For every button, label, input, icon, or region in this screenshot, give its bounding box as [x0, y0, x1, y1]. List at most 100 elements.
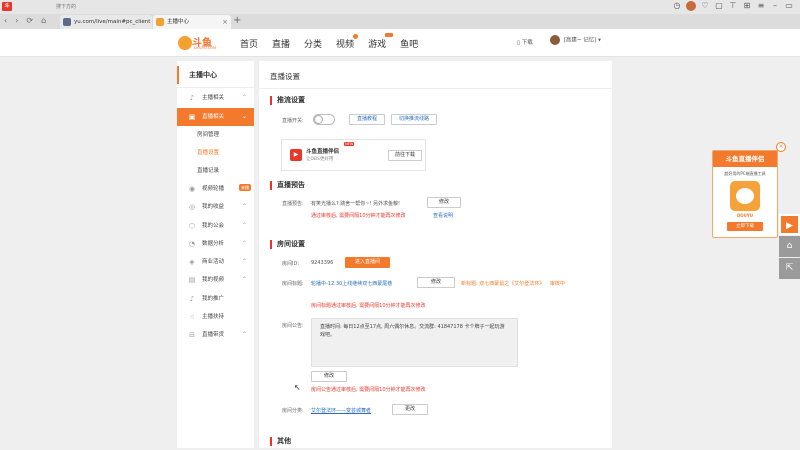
promo-subtitle: 让OBS更好用 [306, 157, 334, 162]
avatar [550, 35, 560, 45]
sidebar-item-anchor[interactable]: ♪ 主播相关 ⌃ [177, 89, 254, 107]
notice-label: 房间公告: [282, 323, 304, 329]
sidebar-item-income[interactable]: ◎ 我的收益 ⌃ [177, 198, 254, 216]
chevron-up-icon: ⌃ [241, 258, 247, 265]
obs-promo-card: ▶ 斗鱼直播伴侣 NEW 让OBS更好用 前往下载 [281, 139, 426, 171]
avatar[interactable] [686, 1, 696, 11]
back-to-top-icon[interactable]: ⇱ [779, 258, 800, 279]
sidebar-item-business[interactable]: ◈ 商业活动 ⌃ [177, 253, 254, 271]
site-header: 斗鱼 DOUYU.COM 首页 直播 分类 视频 游戏 鱼吧 ▯ 下载 [高建~… [0, 29, 800, 57]
reload-icon[interactable]: ⟳ [26, 16, 33, 25]
sidebar-item-live[interactable]: ▣ 直播相关 ⌄ [177, 108, 254, 126]
sidebar-item-analytics[interactable]: ◔ 数据分析 ⌃ [177, 235, 254, 253]
browser-search-hint[interactable]: 搜下方的 [56, 3, 76, 10]
sidebar-sub-live-records[interactable]: 直播记录 [177, 162, 254, 180]
enter-room-button[interactable]: 进入直播间 [345, 257, 390, 268]
user-menu[interactable]: [高建~ 记忆] ▾ [550, 35, 601, 45]
clock-icon[interactable]: ◷ [672, 1, 682, 11]
chevron-up-icon: ⌃ [241, 94, 247, 101]
sidebar-sub-room-manage[interactable]: 房间管理 [177, 126, 254, 144]
switch-line-button[interactable]: 切换推流线路 [391, 114, 437, 125]
section-room-settings: 房间设置 [270, 240, 305, 249]
browser-logo[interactable]: 斗 [2, 2, 12, 11]
close-icon[interactable]: × [776, 142, 786, 152]
chevron-down-icon: ▾ [598, 37, 601, 44]
live-shortcut-icon[interactable]: ▶ [779, 214, 800, 235]
sidebar-item-label: 直播相关 [202, 114, 225, 120]
sidebar-item-guild[interactable]: ⬡ 我的公会 ⌃ [177, 217, 254, 235]
tab-url[interactable]: yu.com/live/main#pc_client [60, 15, 152, 29]
nav-game[interactable]: 游戏 [368, 33, 394, 50]
brand-sub: DOUYU.COM [194, 46, 217, 50]
preview-edit-button[interactable]: 修改 [427, 197, 461, 208]
home-icon[interactable]: ⌂ [779, 236, 800, 257]
sidebar-item-label: 我的视频 [202, 277, 225, 283]
app-logo-icon [730, 181, 760, 211]
nav-category[interactable]: 分类 [304, 37, 322, 50]
view-description-link[interactable]: 查看说明 [433, 212, 453, 219]
coin-icon: ◎ [188, 203, 196, 211]
shirt-icon[interactable]: ⊤ [728, 1, 738, 11]
sidebar: 主播中心 ♪ 主播相关 ⌃ ▣ 直播相关 ⌄ 房间管理 直播设置 直播记录 ◉ … [177, 61, 254, 448]
sidebar-item-label: 商业活动 [202, 259, 225, 265]
phone-icon: ▯ [517, 40, 521, 46]
chevron-up-icon: ⌃ [241, 331, 247, 338]
forward-icon[interactable]: › [15, 16, 18, 25]
title-edit-button[interactable]: 修改 [417, 277, 455, 288]
sidebar-item-label: 我的收益 [202, 204, 225, 210]
tab-anchor-center[interactable]: 主播中心 × [153, 15, 231, 29]
section-other: 其他 [270, 437, 291, 446]
sidebar-item-live-commerce[interactable]: ⊟ 直播带货 ⌃ [177, 326, 254, 344]
nav-home[interactable]: 首页 [240, 37, 258, 50]
douyu-logo[interactable]: 斗鱼 DOUYU.COM [178, 34, 224, 52]
notice-edit-button[interactable]: 修改 [311, 371, 347, 382]
window-icon[interactable]: ▢ [714, 1, 724, 11]
site-favicon-icon [63, 18, 71, 26]
section-preview: 直播预告 [270, 181, 305, 190]
nav-fishbar[interactable]: 鱼吧 [400, 37, 418, 50]
nav-video[interactable]: 视频 [336, 34, 359, 50]
room-id-value: 9243396 [311, 260, 334, 266]
divider [177, 87, 254, 88]
tab-label: 主播中心 [167, 19, 190, 25]
preview-warning: 通过审核后, 需要间隔10分钟才能再次修改 [311, 213, 406, 219]
preview-label: 直播预告: [282, 201, 304, 207]
download-link[interactable]: ▯ 下载 [517, 38, 533, 46]
tutorial-button[interactable]: 直播教程 [349, 114, 385, 125]
home-icon[interactable]: ⌂ [41, 16, 46, 25]
chevron-up-icon: ⌃ [241, 240, 247, 247]
side-toolbar: ▶ ⌂ ⇱ [779, 214, 800, 280]
new-tab-button[interactable]: + [233, 15, 241, 26]
nav-live[interactable]: 直播 [272, 37, 290, 50]
cart-icon: ⊟ [189, 331, 195, 339]
browser-right-icons: ◷ ♡ ▢ ⊤ ⊞ ≡ – ▭ [672, 1, 794, 11]
sidebar-item-video-carousel[interactable]: ◉ 视频轮播 来播 [177, 180, 254, 198]
back-icon[interactable]: ‹ [4, 16, 7, 25]
sidebar-item-label: 我的推广 [202, 296, 225, 302]
mic-icon: ♪ [189, 295, 195, 303]
companion-ad[interactable]: 斗鱼直播伴侣 超好用的PC端直播工具 DOUYU 立即下载 [712, 150, 778, 238]
tab-bar: ‹ › ⟳ ⌂ yu.com/live/main#pc_client 主播中心 … [0, 14, 800, 29]
room-id-label: 房间ID: [282, 261, 300, 267]
new-badge: 来播 [239, 184, 251, 191]
menu-icon[interactable]: ≡ [756, 1, 766, 11]
nav-game-label: 游戏 [368, 40, 387, 50]
ad-download-button[interactable]: 立即下载 [727, 222, 763, 231]
close-tab-icon[interactable]: × [222, 15, 228, 29]
play-icon: ◉ [188, 185, 196, 193]
category-link[interactable]: 艾尔登法环——变芸城舞者 [311, 407, 371, 414]
sidebar-item-my-video[interactable]: ▤ 我的视频 ⌃ [177, 271, 254, 289]
sidebar-item-support[interactable]: ☝ 主播扶持 [177, 308, 254, 326]
sidebar-item-promotion[interactable]: ♪ 我的推广 [177, 290, 254, 308]
sidebar-sub-live-settings[interactable]: 直播设置 [177, 144, 254, 162]
heart-icon[interactable]: ♡ [700, 1, 710, 11]
grid-icon[interactable]: ⊞ [742, 1, 752, 11]
download-button[interactable]: 前往下载 [388, 150, 422, 161]
maximize-icon[interactable]: ▭ [784, 1, 794, 11]
category-change-button[interactable]: 更改 [392, 404, 428, 415]
minimize-icon[interactable]: – [770, 1, 780, 11]
notice-textarea[interactable]: 直播时间: 每日12点至17点, 周六偶尔休息。交流群: 41847178 卡个… [311, 318, 518, 367]
main-nav: 首页 直播 分类 视频 游戏 鱼吧 [240, 33, 432, 50]
live-toggle[interactable] [313, 114, 335, 125]
category-label: 房间分类: [282, 408, 304, 414]
